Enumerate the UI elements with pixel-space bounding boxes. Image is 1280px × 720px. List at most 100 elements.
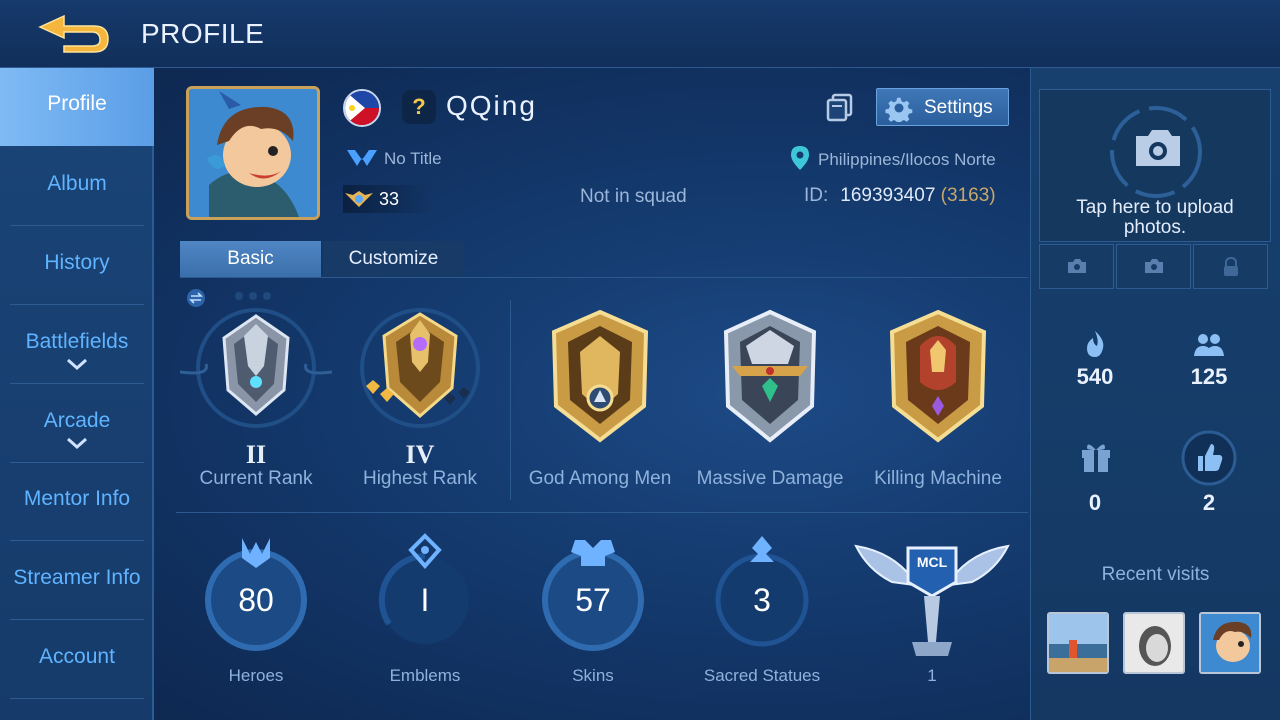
records-button[interactable] [825,92,855,122]
photo-slot[interactable] [1039,244,1114,289]
sidebar-item-arcade[interactable]: Arcade [0,385,154,463]
camera-icon [1145,259,1163,273]
stat-label: Emblems [389,666,461,685]
back-button[interactable] [34,12,112,54]
visitor-photo-icon [1125,614,1183,672]
stat-label: Skins [572,666,614,685]
sidebar-item-label: Streamer Info [13,566,141,589]
stat-heroes[interactable]: 80 Heroes [196,532,316,692]
recent-visitor-avatar[interactable] [1047,612,1109,674]
stat-label: Sacred Statues [703,666,821,685]
level-badge: 33 [343,185,433,213]
sidebar-item-label: Profile [47,92,107,115]
sidebar-item-label: Arcade [43,409,111,432]
cards-icon [826,93,853,122]
divider [10,383,144,384]
massive-damage-badge-icon [723,309,817,443]
photo-slot-locked[interactable] [1193,244,1268,289]
badge-god-among-men[interactable]: God Among Men [522,306,678,496]
upload-photo-button[interactable]: Tap here to upload photos. [1039,89,1271,242]
stat-emblems[interactable]: I Emblems [365,532,485,692]
divider [510,300,511,500]
profile-main: ? QQing No Title 33 Not in squad Setting… [156,68,1028,720]
sidebar-item-album[interactable]: Album [0,148,154,226]
player-id: ID: 169393407 (3163) [804,185,996,207]
stat-value: 80 [238,582,274,618]
current-rank[interactable]: II Current Rank [180,306,332,496]
upload-text: Tap here to upload photos. [1076,197,1234,238]
flame-icon [1087,331,1104,357]
title-text: No Title [384,149,442,168]
sidebar: Profile Album History Battlefields Arcad… [0,68,154,720]
badge-label: Killing Machine [874,468,1002,489]
sidebar-item-label: Mentor Info [23,487,131,510]
stat-value: 3 [753,582,771,618]
divider [10,619,144,620]
photo-slot[interactable] [1116,244,1191,289]
thumbs-up-icon [1181,430,1237,486]
location-pin-icon [791,146,809,170]
mcl-trophy[interactable]: MCL 1 [852,532,1012,692]
recent-visitor-avatar[interactable] [1199,612,1261,674]
id-label: ID: [804,185,829,206]
gift-icon [1082,444,1110,472]
stat-value: 57 [575,582,611,618]
chevron-down-icon [67,358,87,370]
settings-label: Settings [924,97,993,118]
sidebar-item-label: Album [47,172,107,195]
sidebar-item-battlefields[interactable]: Battlefields [0,306,154,384]
squad-status[interactable]: Not in squad [580,186,687,208]
tab-basic[interactable]: Basic [180,241,321,277]
stat-skins[interactable]: 57 Skins [533,532,653,692]
sidebar-item-history[interactable]: History [0,227,154,305]
friends-icon [1194,334,1224,356]
stat-sacred-statues[interactable]: 3 Sacred Statues [702,532,822,692]
stat-value: I [420,582,430,618]
badge-killing-machine[interactable]: Killing Machine [860,306,1016,496]
followers-stat[interactable]: 125 [1159,330,1259,390]
recent-visitor-avatar[interactable] [1123,612,1185,674]
sidebar-item-mentor-info[interactable]: Mentor Info [0,463,154,541]
divider [176,512,1028,513]
divider [180,277,1028,278]
popularity-stat[interactable]: 540 [1045,330,1145,390]
avatar[interactable] [186,86,320,220]
tab-customize[interactable]: Customize [323,241,464,277]
lock-icon [1224,257,1238,276]
likes-value: 2 [1202,490,1216,515]
id-value: 169393407 [840,185,936,206]
mcl-count: 1 [927,666,937,685]
gifts-stat[interactable]: 0 [1045,438,1145,518]
badge-massive-damage[interactable]: Massive Damage [692,306,848,496]
server-id: (3163) [940,185,996,206]
gifts-value: 0 [1088,490,1102,515]
visitor-photo-icon [1201,614,1259,672]
killing-machine-badge-icon [889,309,987,443]
rank-label: Highest Rank [362,468,478,489]
title-emblem-icon [347,150,377,166]
swap-icon[interactable] [186,288,206,308]
settings-button[interactable]: Settings [876,88,1009,126]
sidebar-item-label: Account [39,645,115,668]
unknown-badge[interactable]: ? [402,90,436,124]
followers-value: 125 [1190,364,1228,389]
username: QQing [446,90,537,121]
rank-numeral: II [245,440,267,469]
likes-stat[interactable]: 2 [1159,430,1259,520]
highest-rank[interactable]: IV Highest Rank [344,306,496,496]
sidebar-item-label: History [44,251,110,274]
right-panel: Tap here to upload photos. 540 125 0 2 R… [1030,68,1280,720]
sidebar-item-account[interactable]: Account [0,621,154,699]
divider [10,304,144,305]
back-arrow-icon [38,14,109,53]
page-title: PROFILE [141,18,265,49]
hero-portrait-icon [189,89,317,217]
divider [10,225,144,226]
sidebar-item-profile[interactable]: Profile [0,68,154,146]
sidebar-item-label: Battlefields [25,330,129,353]
rank-epic-icon [180,308,332,428]
sidebar-item-streamer-info[interactable]: Streamer Info [0,542,154,620]
top-bar: PROFILE [0,0,1280,68]
popularity-value: 540 [1076,364,1114,389]
gear-icon [885,97,913,122]
